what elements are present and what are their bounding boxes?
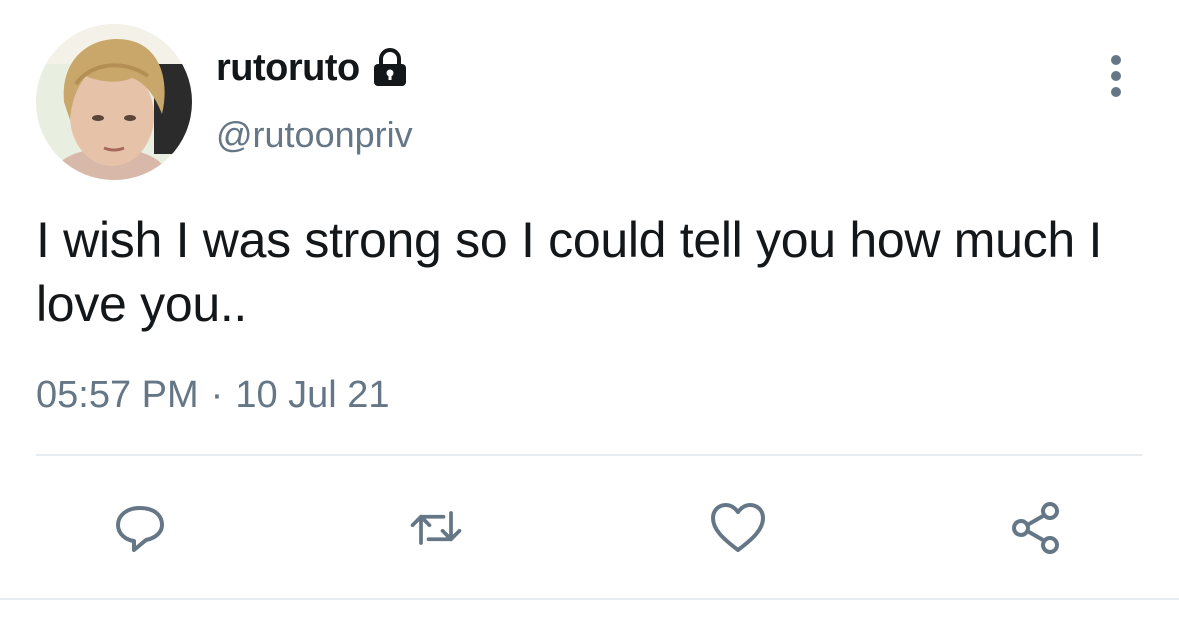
retweet-button[interactable] [406, 498, 466, 558]
display-name-row: rutoruto [216, 44, 410, 92]
reply-button[interactable] [110, 498, 170, 558]
tweet-time: 05:57 PM [36, 374, 199, 416]
avatar[interactable] [36, 24, 192, 180]
tweet-card: rutoruto @rutoonpriv I wish I was strong… [0, 0, 1179, 618]
lock-icon [370, 48, 410, 88]
heart-icon [711, 503, 765, 552]
avatar-image [36, 24, 192, 180]
user-handle[interactable]: @rutoonpriv [216, 114, 413, 156]
tweet-text: I wish I was strong so I could tell you … [36, 212, 1103, 332]
comment-icon [116, 506, 164, 552]
more-vertical-icon[interactable] [1098, 52, 1134, 100]
meta-separator: · [210, 374, 224, 416]
share-icon [1012, 502, 1059, 554]
like-button[interactable] [708, 498, 768, 558]
bottom-divider [0, 598, 1179, 600]
tweet-date: 10 Jul 21 [235, 374, 390, 416]
divider [36, 454, 1142, 456]
display-name[interactable]: rutoruto [216, 47, 360, 90]
share-button[interactable] [1006, 498, 1066, 558]
tweet-timestamp[interactable]: 05:57 PM · 10 Jul 21 [36, 374, 390, 417]
retweet-icon [410, 511, 462, 545]
